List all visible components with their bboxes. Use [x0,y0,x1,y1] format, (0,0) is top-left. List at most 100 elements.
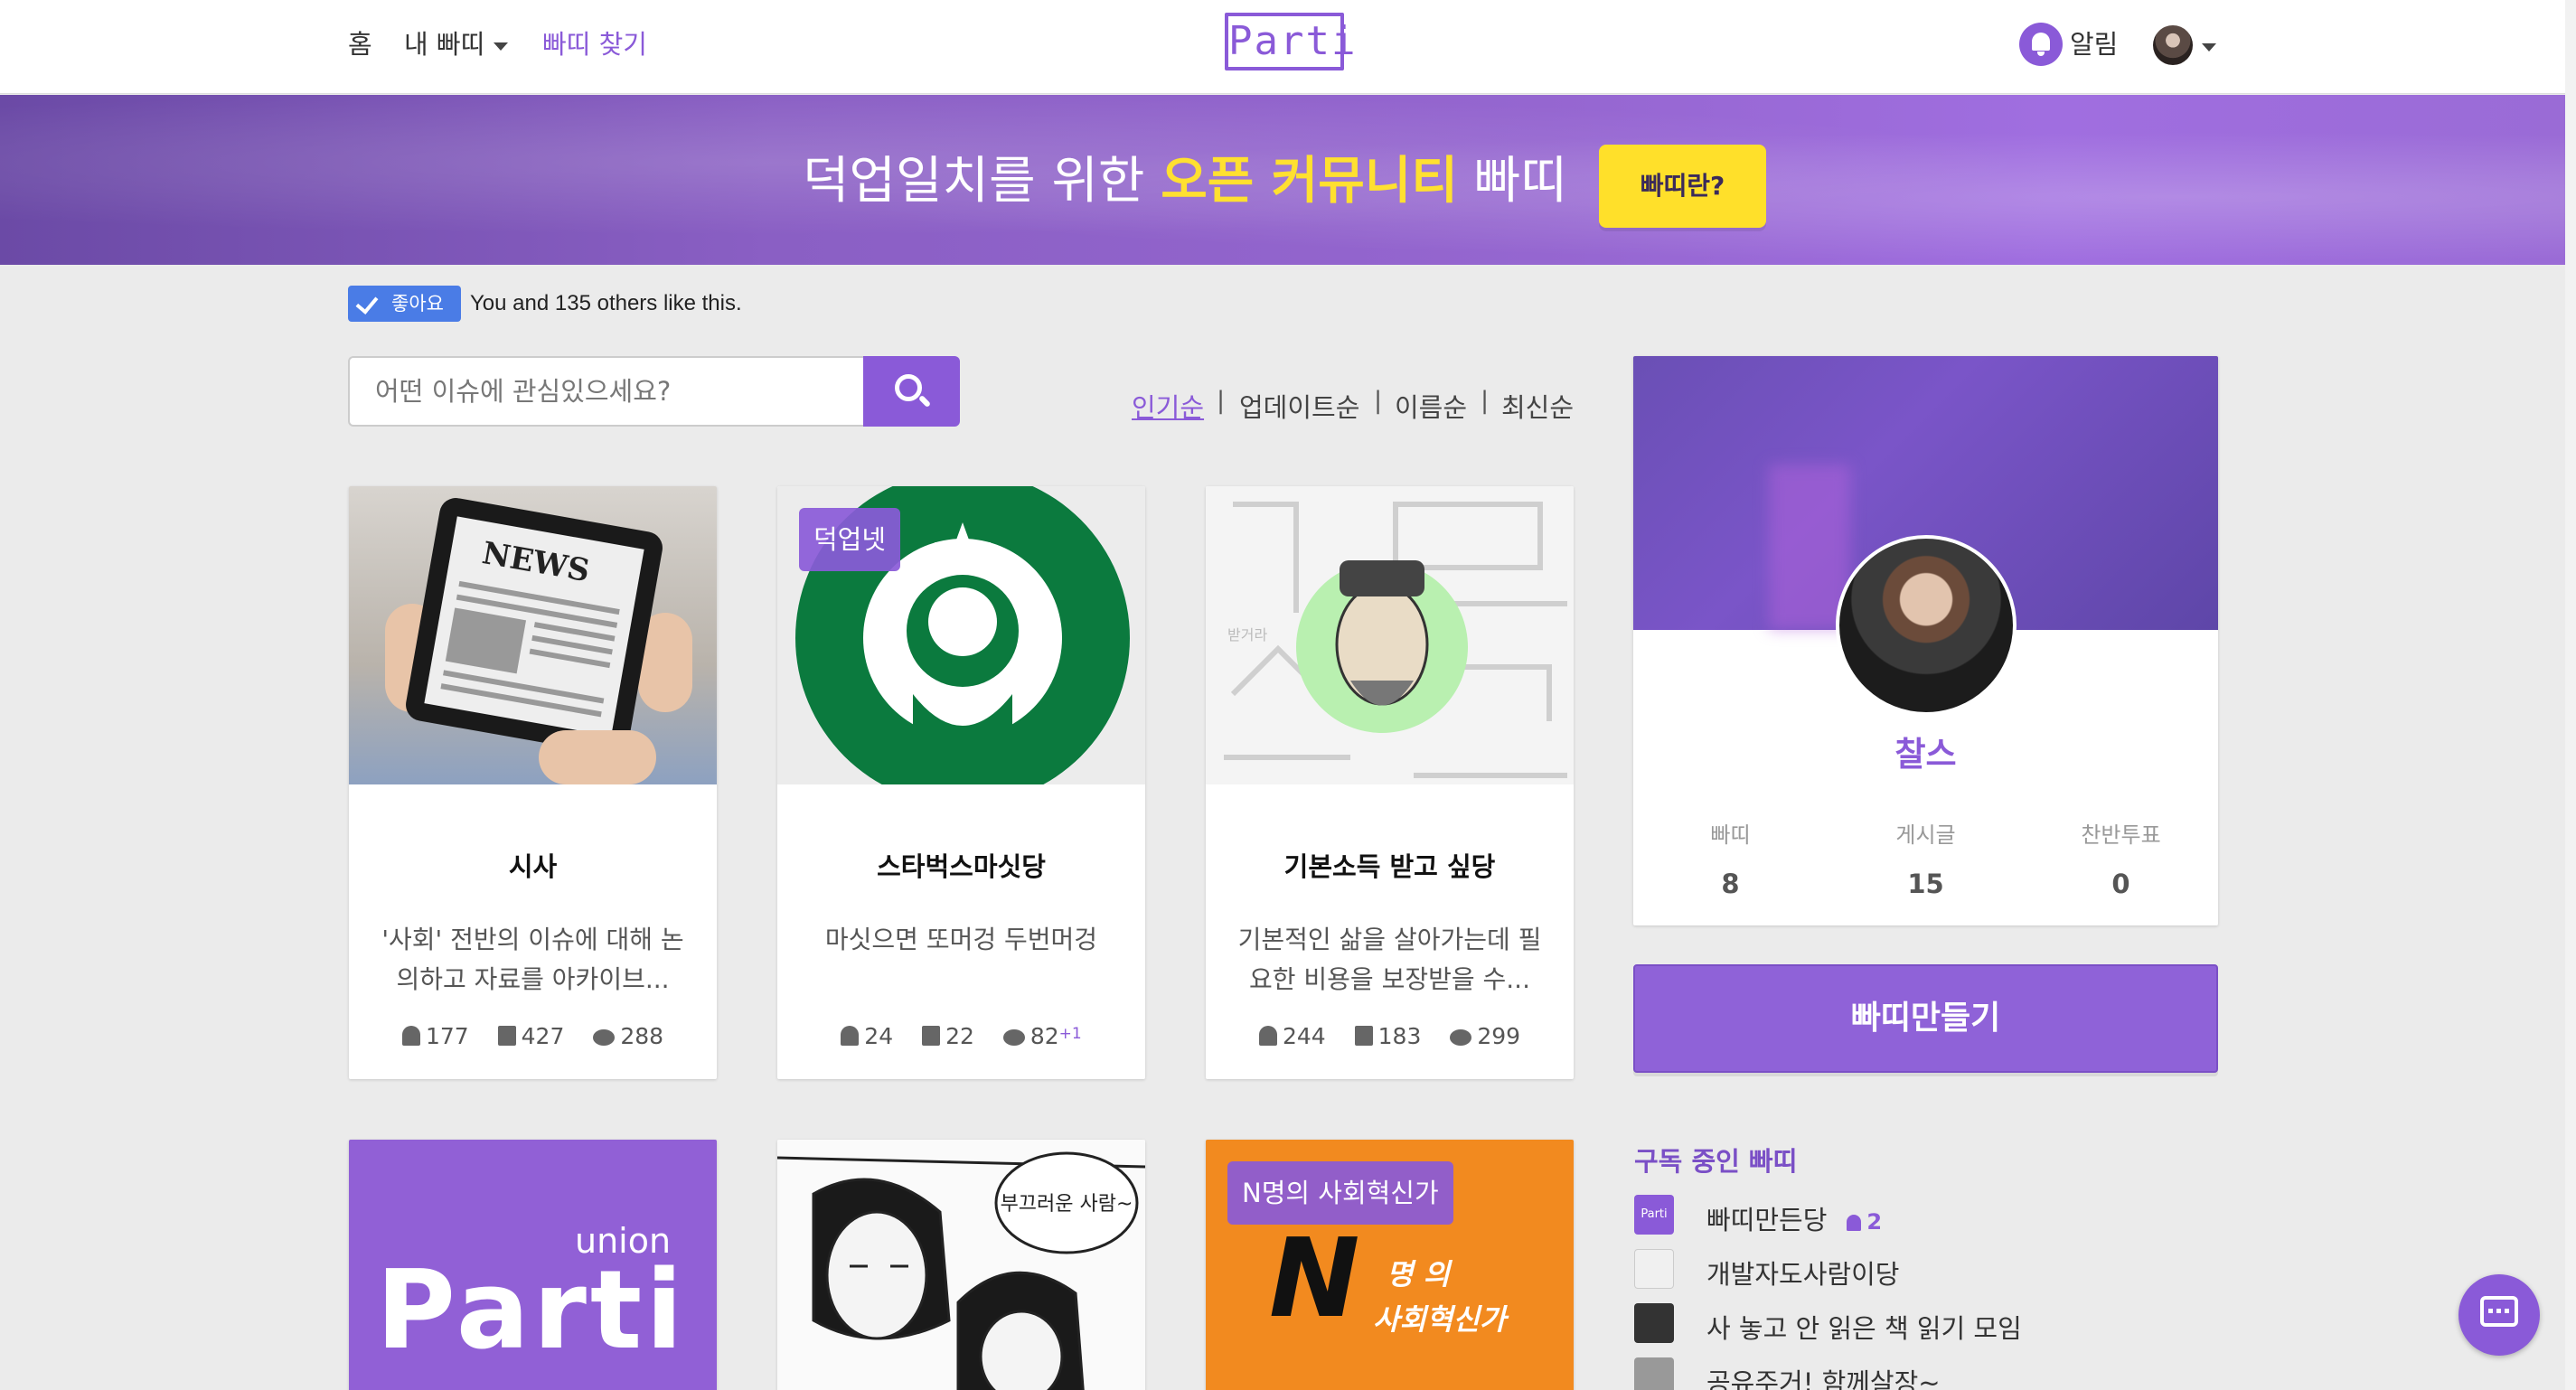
card-description: '사회' 전반의 이슈에 대해 논의하고 자료를 아카이브... [381,925,684,994]
document-icon [497,1026,516,1046]
search-icon [895,374,922,401]
create-parti-button[interactable]: 빠띠만들기 [1633,964,2218,1073]
like-button-label: 좋아요 [391,293,444,315]
card-stats: 177 427 288 [349,1023,717,1049]
svg-text:N: N [1269,1216,1359,1342]
comment-icon [1450,1029,1472,1046]
card-title[interactable]: 기본소득 받고 싶당 [1206,846,1574,884]
profile-avatar[interactable] [1836,535,2017,716]
parti-card[interactable]: 받거라 기본소득 받고 싶당 기본적인 삶을 살아가는데 필요한 비용을 보장받… [1206,486,1574,1079]
subscription-thumbnail [1634,1357,1674,1390]
parti-card[interactable]: NEWS 시사 '사회' 전반의 이슈에 대해 논의하고 자료를 아카이브...… [349,486,717,1079]
comment-count: 288 [620,1023,664,1049]
stat-value: 15 [1907,869,1944,899]
caret-down-icon [494,42,509,51]
user-icon [1258,1026,1277,1046]
parti-card[interactable]: 덕업넷 스타벅스마싯당 마싯으면 또머겅 두번머겅 24 22 82+1 [777,486,1145,1079]
alarm-label[interactable]: 알림 [2070,23,2118,61]
subscription-name: 사 놓고 안 읽은 책 읽기 모임 [1706,1313,2022,1344]
subscription-thumbnail [1634,1303,1674,1343]
chat-button[interactable] [2458,1274,2540,1356]
facebook-like-button[interactable]: 좋아요 [348,286,461,322]
basic-income-image: 받거라 [1224,502,1567,778]
subscription-name: 빠띠만든당 [1706,1205,1828,1235]
card-tag[interactable]: 덕업넷 [799,508,901,571]
user-avatar[interactable] [2153,25,2193,65]
sort-name[interactable]: 이름순 [1395,387,1467,425]
profile-stat-posts[interactable]: 게시글 15 [1829,817,2023,899]
hero-banner: 덕업일치를 위한 오픈 커뮤니티 빠띠 빠띠란? [0,95,2565,265]
document-icon [1354,1026,1373,1046]
card-title[interactable]: 스타벅스마싯당 [777,846,1145,884]
caret-down-icon[interactable] [2202,43,2216,52]
card-description: 기본적인 삶을 살아가는데 필요한 비용을 보장받을 수... [1237,925,1542,994]
chat-icon-dots [2488,1309,2510,1313]
search-icon-handle [917,394,932,409]
card-image: NEWS [349,486,717,784]
member-count: 177 [425,1023,469,1049]
sort-divider: | [1217,387,1226,415]
parti-card[interactable]: N명의 사회혁신가 N 명 의 사회혁신가 [1206,1140,1574,1390]
sort-divider: | [1481,387,1490,415]
parti-logo[interactable]: Parti [1225,13,1355,70]
nav-home-link[interactable]: 홈 [348,23,372,61]
card-title[interactable]: 시사 [349,846,717,884]
innovator-logo-image: N 명 의 사회혁신가 [1269,1216,1509,1342]
stat-label: 빠띠 [1710,822,1751,848]
like-count-text: You and 135 others like this. [470,291,742,315]
stat-label: 찬반투표 [2081,822,2161,848]
post-count: 183 [1377,1023,1422,1049]
banner-tagline: 덕업일치를 위한 오픈 커뮤니티 빠띠 [803,140,1567,213]
nav-my-parti-label: 내 빠띠 [404,29,485,60]
card-image: 받거라 [1206,486,1574,784]
news-tablet-image: NEWS [385,498,692,784]
new-comment-badge: +1 [1058,1025,1082,1043]
banner-text-highlight: 오픈 커뮤니티 [1161,152,1458,211]
subscription-thumbnail [1634,1249,1674,1289]
sort-newest[interactable]: 최신순 [1501,387,1574,425]
comment-count: 82 [1029,1023,1059,1049]
sort-updated[interactable]: 업데이트순 [1239,387,1359,425]
subscription-member-count: 2 [1866,1209,1883,1235]
speech-bubble-text: 부끄러운 사람~ [1001,1193,1133,1216]
card-description: 마싯으면 또머겅 두번머겅 [824,925,1098,954]
profile-stat-votes[interactable]: 찬반투표 0 [2024,817,2218,899]
banner-text-prefix: 덕업일치를 위한 [803,152,1161,211]
subscription-name: 개발자도사람이당 [1706,1259,1900,1290]
manga-image: 부끄러운 사람~ [777,1140,1145,1390]
comment-icon [593,1029,616,1046]
post-count: 427 [521,1023,565,1049]
nav-my-parti-dropdown[interactable]: 내 빠띠 [404,23,509,61]
nav-find-parti-link[interactable]: 빠띠 찾기 [542,23,647,61]
subscriptions-heading: 구독 중인 빠띠 [1634,1146,1798,1177]
scrollbar[interactable] [2565,0,2576,1390]
what-is-parti-button[interactable]: 빠띠란? [1599,145,1766,228]
document-icon [922,1026,941,1046]
member-count: 244 [1282,1023,1326,1049]
card-stats: 244 183 299 [1206,1023,1574,1049]
stat-value: 8 [1721,869,1740,899]
check-icon [355,291,379,315]
profile-card: 찰스 빠띠 8 게시글 15 찬반투표 0 [1633,356,2218,925]
sort-popular[interactable]: 인기순 [1132,387,1204,425]
user-icon [1847,1215,1862,1231]
card-stats: 24 22 82+1 [777,1023,1145,1049]
subscription-name: 공유주거! 함께살장~ [1706,1367,1941,1390]
member-count: 24 [864,1023,894,1049]
logo-text-line2: 사회혁신가 [1373,1302,1509,1337]
search-input[interactable] [348,356,863,427]
parti-card[interactable]: union Parti [349,1140,717,1390]
image-caption: 받거라 [1227,626,1267,643]
stat-value: 0 [2111,869,2130,899]
comment-icon [1002,1029,1025,1046]
profile-stat-parti[interactable]: 빠띠 8 [1633,817,1828,899]
top-navbar: 홈 내 빠띠 빠띠 찾기 Parti 알림 [0,0,2576,94]
parti-card[interactable]: 부끄러운 사람~ [777,1140,1145,1390]
post-count: 22 [945,1023,974,1049]
comment-count: 299 [1477,1023,1521,1049]
subscription-thumbnail: Parti [1634,1195,1674,1235]
banner-text-suffix: 빠띠 [1457,152,1567,211]
profile-name[interactable]: 찰스 [1633,727,2218,775]
search-button[interactable] [863,356,960,427]
bell-icon[interactable] [2019,23,2063,66]
